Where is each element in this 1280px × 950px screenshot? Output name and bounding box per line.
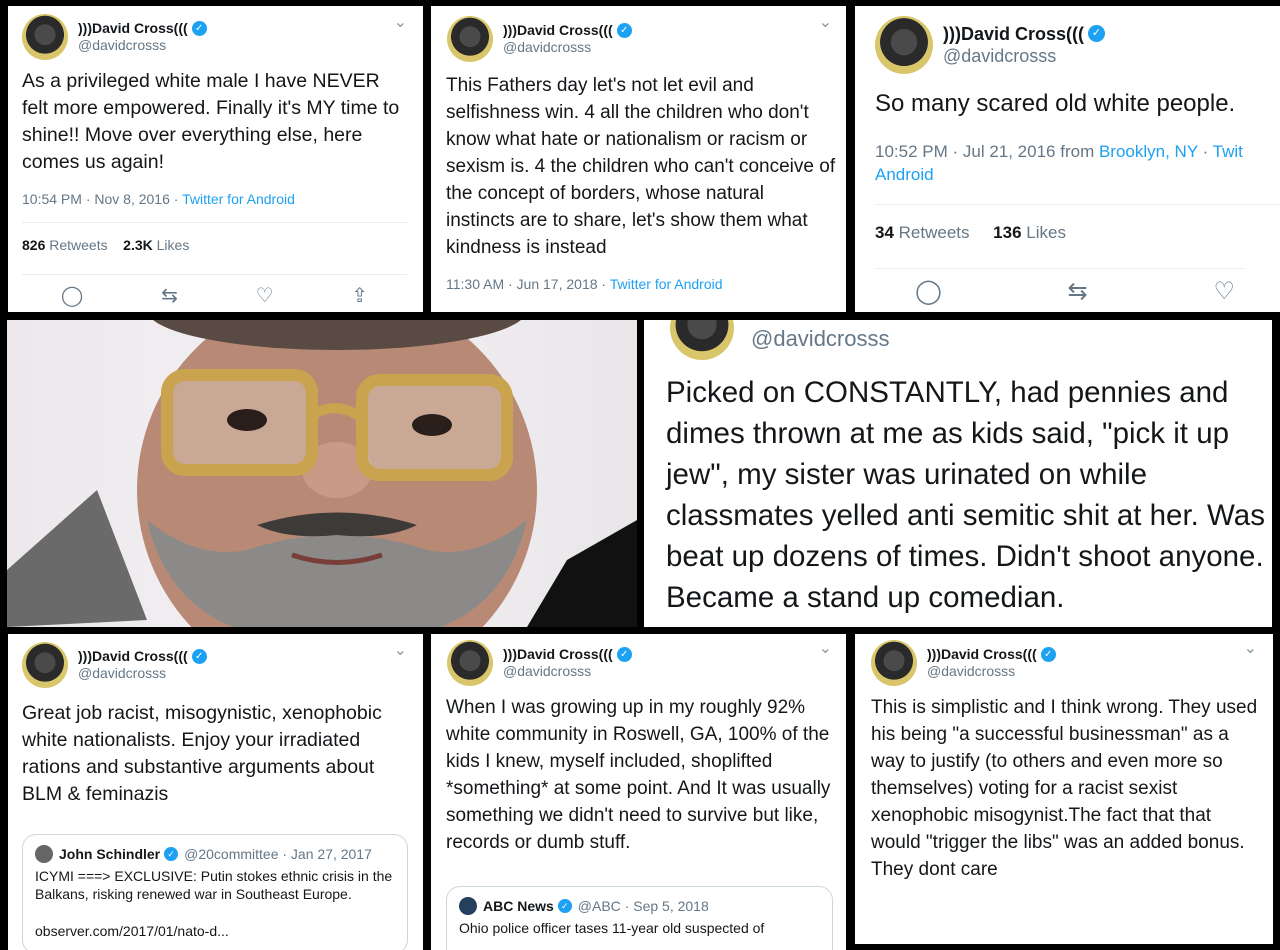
- avatar[interactable]: [22, 642, 68, 688]
- display-name[interactable]: )))David Cross(((: [78, 20, 188, 38]
- retweet-icon[interactable]: ⇆: [1068, 277, 1088, 306]
- quoted-text: Ohio police officer tases 11-year old su…: [459, 920, 765, 937]
- retweet-count[interactable]: 826: [22, 237, 45, 253]
- quoted-avatar[interactable]: [35, 845, 53, 864]
- tweet-header: )))David Cross(((✓ @davidcrosss: [447, 640, 632, 686]
- tweet-text: So many scared old white people.: [875, 90, 1236, 117]
- verified-icon: ✓: [1040, 646, 1056, 662]
- display-name[interactable]: )))David Cross(((: [503, 22, 613, 40]
- tweet-card-5[interactable]: )))David Cross(((✓ @davidcrosss ⌄ Great …: [8, 634, 423, 950]
- like-icon[interactable]: ♡: [1213, 277, 1235, 306]
- tweet-header: )))David Cross(((✓ @davidcrosss: [447, 16, 632, 62]
- handle[interactable]: @davidcrosss: [503, 663, 632, 681]
- portrait-illustration: [7, 320, 637, 627]
- avatar[interactable]: [875, 16, 933, 74]
- tweet-timestamp: 11:30 AM · Jun 17, 2018 · Twitter for An…: [446, 276, 723, 292]
- like-count[interactable]: 2.3K: [123, 237, 153, 253]
- chevron-down-icon[interactable]: ⌄: [819, 638, 832, 658]
- tweet-text: As a privileged white male I have NEVER …: [22, 70, 400, 173]
- handle[interactable]: @davidcrosss: [503, 39, 632, 57]
- display-name[interactable]: )))David Cross(((: [927, 646, 1037, 664]
- avatar[interactable]: [670, 320, 734, 360]
- avatar[interactable]: [447, 640, 493, 686]
- quoted-tweet[interactable]: John Schindler ✓ @20committee · Jan 27, …: [22, 834, 408, 950]
- tweet-text: This Fathers day let's not let evil and …: [446, 75, 836, 258]
- verified-icon: ✓: [191, 20, 207, 36]
- tweet-header: )))David Cross(((✓ @davidcrosss: [22, 14, 207, 60]
- tweet-stats: 826 Retweets 2.3K Likes: [22, 222, 407, 253]
- display-name[interactable]: )))David Cross(((: [503, 646, 613, 664]
- handle[interactable]: @davidcrosss: [927, 663, 1056, 681]
- tweet-timestamp: 10:52 PM · Jul 21, 2016 from Brooklyn, N…: [875, 142, 1243, 184]
- chevron-down-icon[interactable]: ⌄: [394, 12, 407, 32]
- handle[interactable]: @davidcrosss: [78, 37, 207, 55]
- tweet-card-1[interactable]: )))David Cross(((✓ @davidcrosss ⌄ As a p…: [8, 6, 423, 312]
- tweet-actions: ◯ ⇆ ♡: [875, 268, 1245, 306]
- source-link[interactable]: Twitter for Android: [610, 276, 723, 292]
- verified-icon: ✓: [616, 646, 632, 662]
- tweet-text: When I was growing up in my roughly 92% …: [446, 697, 831, 853]
- display-name[interactable]: )))David Cross(((: [943, 23, 1084, 46]
- quoted-name[interactable]: ABC News: [483, 897, 554, 915]
- verified-icon: ✓: [616, 22, 632, 38]
- reply-icon[interactable]: ◯: [61, 283, 83, 308]
- retweet-icon[interactable]: ⇆: [161, 283, 178, 308]
- quoted-name[interactable]: John Schindler: [59, 845, 160, 863]
- portrait-photo: [7, 320, 637, 627]
- tweet-header: )))David Cross(((✓ @davidcrosss: [22, 642, 207, 688]
- tweet-header: )))David Cross(((✓ @davidcrosss: [871, 640, 1056, 686]
- tweet-card-6[interactable]: )))David Cross(((✓ @davidcrosss ⌄ When I…: [431, 634, 846, 950]
- verified-icon: ✓: [557, 899, 572, 914]
- tweet-card-7[interactable]: )))David Cross(((✓ @davidcrosss ⌄ This i…: [855, 634, 1273, 944]
- source-link[interactable]: Twit: [1213, 142, 1243, 161]
- location-link[interactable]: Brooklyn, NY: [1099, 142, 1198, 161]
- verified-icon: ✓: [191, 648, 207, 664]
- display-name[interactable]: )))David Cross(((: [78, 648, 188, 666]
- tweet-text: This is simplistic and I think wrong. Th…: [871, 697, 1258, 880]
- avatar[interactable]: [871, 640, 917, 686]
- tweet-header: )))David Cross(((✓ @davidcrosss: [875, 16, 1106, 74]
- source-link-cont[interactable]: Android: [875, 165, 934, 184]
- avatar[interactable]: [22, 14, 68, 60]
- like-icon[interactable]: ♡: [256, 283, 274, 308]
- chevron-down-icon[interactable]: ⌄: [1244, 638, 1257, 658]
- like-count[interactable]: 136: [993, 223, 1021, 242]
- tweet-card-2[interactable]: )))David Cross(((✓ @davidcrosss ⌄ This F…: [431, 6, 846, 312]
- quoted-avatar[interactable]: [459, 897, 477, 916]
- share-icon[interactable]: ⇪: [351, 283, 368, 308]
- handle[interactable]: @davidcrosss: [78, 665, 207, 683]
- avatar[interactable]: [447, 16, 493, 62]
- quoted-meta: @20committee · Jan 27, 2017: [184, 846, 372, 862]
- reply-icon[interactable]: ◯: [915, 277, 942, 306]
- quoted-text: ICYMI ===> EXCLUSIVE: Putin stokes ethni…: [35, 868, 393, 903]
- tweet-text: Great job racist, misogynistic, xenophob…: [22, 702, 382, 805]
- chevron-down-icon[interactable]: ⌄: [394, 640, 407, 660]
- retweet-count[interactable]: 34: [875, 223, 894, 242]
- verified-icon: ✓: [1088, 25, 1106, 43]
- tweet-card-3[interactable]: )))David Cross(((✓ @davidcrosss So many …: [855, 6, 1280, 312]
- source-link[interactable]: Twitter for Android: [182, 191, 295, 207]
- tweet-timestamp: 10:54 PM · Nov 8, 2016 · Twitter for And…: [22, 191, 295, 207]
- chevron-down-icon[interactable]: ⌄: [819, 12, 832, 32]
- quoted-meta: @ABC · Sep 5, 2018: [577, 898, 709, 914]
- tweet-stats: 34 Retweets 136 Likes: [875, 204, 1280, 243]
- tweet-actions: ◯ ⇆ ♡ ⇪: [22, 274, 407, 308]
- tweet-card-4[interactable]: @davidcrosss Picked on CONSTANTLY, had p…: [644, 320, 1272, 627]
- quoted-tweet[interactable]: ABC News ✓ @ABC · Sep 5, 2018 Ohio polic…: [446, 886, 833, 950]
- handle[interactable]: @davidcrosss: [751, 326, 890, 352]
- tweet-text: Picked on CONSTANTLY, had pennies and di…: [666, 376, 1265, 614]
- handle[interactable]: @davidcrosss: [943, 45, 1105, 68]
- verified-icon: ✓: [164, 847, 179, 862]
- quoted-link[interactable]: observer.com/2017/01/nato-d...: [35, 922, 395, 940]
